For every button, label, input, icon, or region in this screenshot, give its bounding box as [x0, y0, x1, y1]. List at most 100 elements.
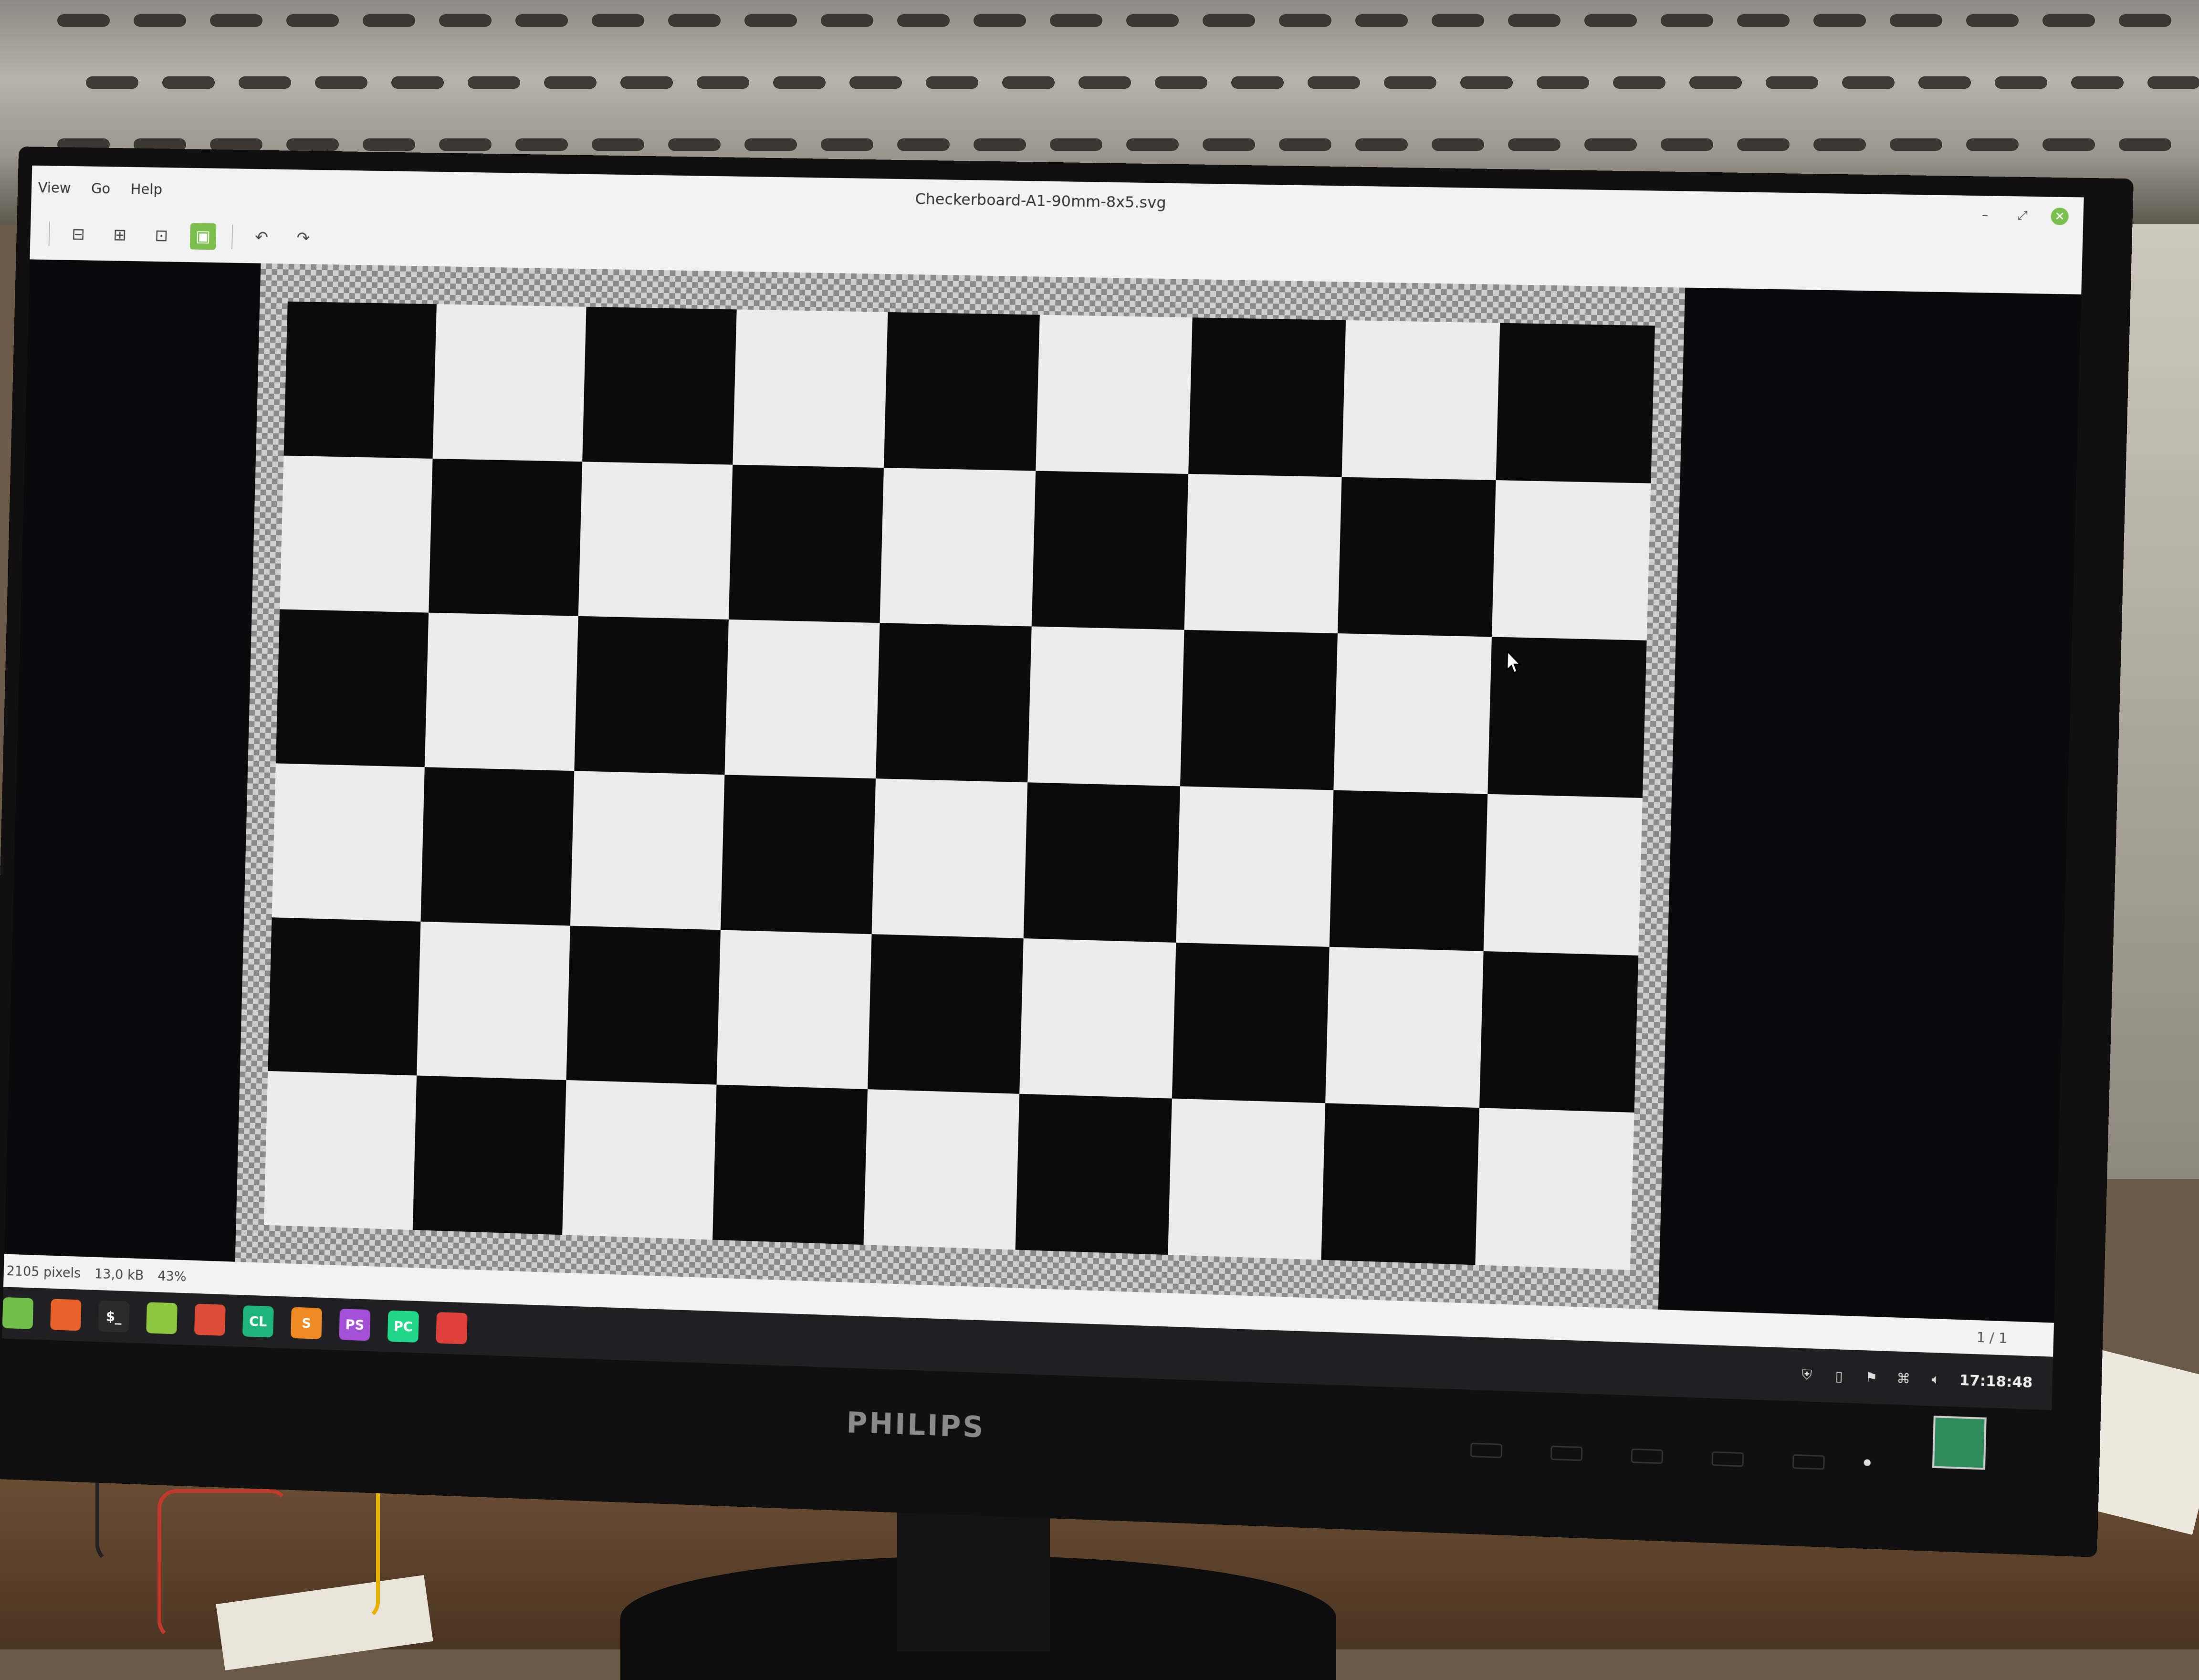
minimize-icon[interactable]: –: [1976, 206, 1994, 224]
keyboard-layout-flag-icon[interactable]: ⚑: [1862, 1368, 1880, 1386]
taskbar-chrome-icon[interactable]: [194, 1304, 226, 1336]
energy-star-badge: [1932, 1416, 1987, 1470]
close-icon[interactable]: ✕: [2051, 208, 2069, 225]
bezel-button[interactable]: [1711, 1451, 1744, 1467]
board-square: [724, 620, 880, 778]
tray-slot: [668, 138, 721, 151]
board-square: [1479, 951, 1638, 1113]
board-square: [876, 623, 1032, 783]
board-square: [1484, 794, 1643, 956]
tray-slot: [897, 14, 950, 27]
zoom-out-icon[interactable]: ⊟: [65, 221, 92, 248]
tray-slot: [286, 14, 339, 27]
taskbar-terminal-icon[interactable]: $_: [98, 1301, 130, 1333]
clipboard-icon[interactable]: ▯: [1830, 1367, 1848, 1385]
board-square: [574, 616, 729, 775]
tray-slot: [363, 138, 415, 151]
tray-slot: [57, 14, 110, 27]
maximize-icon[interactable]: ⤢: [2013, 207, 2031, 225]
tray-slot: [1813, 138, 1866, 151]
tray-slot: [1231, 76, 1284, 89]
taskbar-mint-menu-icon[interactable]: [2, 1297, 33, 1329]
tray-slot: [2071, 76, 2124, 89]
tray-slot: [1126, 138, 1179, 151]
bezel-button[interactable]: [1792, 1454, 1825, 1470]
power-led: [1864, 1459, 1871, 1466]
taskbar-clion-icon[interactable]: CL: [242, 1305, 274, 1337]
tray-slot: [926, 76, 978, 89]
board-square: [1342, 320, 1500, 480]
system-tray: ⛨ ▯ ⚑ ⌘ 🔈︎ 17:18:48: [1797, 1348, 2033, 1409]
board-square: [578, 462, 733, 620]
board-square: [417, 922, 570, 1081]
board-square: [562, 1080, 716, 1239]
tray-slot: [668, 14, 721, 27]
bezel-button[interactable]: [1550, 1446, 1583, 1461]
tray-slot: [1432, 138, 1484, 151]
board-square: [868, 934, 1024, 1094]
toolbar-separator: [231, 225, 233, 249]
board-square: [283, 302, 436, 459]
tray-slot: [1890, 14, 1942, 27]
board-square: [1036, 315, 1192, 474]
tray-slot: [1155, 76, 1207, 89]
tray-slot: [1537, 76, 1589, 89]
board-square: [884, 312, 1040, 471]
board-square: [1168, 1099, 1325, 1260]
tray-slot: [1613, 76, 1665, 89]
tray-slot: [1050, 14, 1102, 27]
monitor: View Go Help Checkerboard-A1-90mm-8x5.sv…: [0, 147, 2134, 1557]
board-square: [880, 468, 1036, 627]
transparency-canvas: [235, 263, 1686, 1310]
tray-slot: [515, 138, 568, 151]
checkerboard-image: [264, 302, 1655, 1270]
tray-slot: [821, 14, 873, 27]
tray-slot: [2119, 138, 2171, 151]
bezel-button[interactable]: [1470, 1443, 1503, 1459]
tray-slot: [286, 138, 339, 151]
clock[interactable]: 17:18:48: [1959, 1372, 2033, 1391]
tray-slot: [1384, 76, 1436, 89]
tray-slot: [1661, 14, 1713, 27]
board-square: [1176, 786, 1333, 946]
taskbar-pycharm-icon[interactable]: PC: [387, 1311, 419, 1343]
board-square: [864, 1090, 1020, 1250]
tray-slot: [468, 76, 520, 89]
board-square: [712, 1085, 868, 1245]
board-square: [582, 307, 737, 465]
shield-icon[interactable]: ⛨: [1798, 1366, 1816, 1384]
tray-slot: [134, 14, 186, 27]
mouse-cursor-icon: [1505, 650, 1523, 675]
tray-slot: [315, 76, 367, 89]
image-viewport[interactable]: [4, 259, 2081, 1323]
tray-slot: [1050, 138, 1102, 151]
window-controls: – ⤢ ✕: [1976, 206, 2069, 225]
tray-slot: [1432, 14, 1484, 27]
tray-slot: [1279, 14, 1331, 27]
board-square: [1184, 474, 1342, 634]
network-icon[interactable]: ⌘: [1895, 1369, 1913, 1387]
taskbar-files-icon[interactable]: [146, 1302, 178, 1334]
board-square: [1024, 782, 1180, 942]
tray-slot: [1661, 138, 1713, 151]
tray-slot: [363, 14, 415, 27]
volume-icon[interactable]: 🔈︎: [1927, 1370, 1945, 1388]
zoom-in-icon[interactable]: ⊞: [106, 221, 133, 248]
taskbar-image-viewer-icon[interactable]: [436, 1312, 467, 1344]
rotate-left-icon[interactable]: ↶: [248, 224, 275, 251]
tray-slot: [439, 14, 492, 27]
taskbar-phpstorm-icon[interactable]: PS: [339, 1309, 370, 1341]
bezel-button[interactable]: [1631, 1449, 1663, 1464]
board-square: [1019, 938, 1176, 1099]
tray-slot: [210, 14, 262, 27]
board-square: [1333, 633, 1492, 794]
tray-slot: [1126, 14, 1179, 27]
taskbar-firefox-icon[interactable]: [50, 1299, 81, 1331]
best-fit-icon[interactable]: ▣: [190, 223, 217, 250]
tray-slot: [1584, 14, 1637, 27]
taskbar-sublime-icon[interactable]: S: [291, 1307, 322, 1339]
board-square: [1475, 1108, 1634, 1270]
board-square: [872, 778, 1028, 938]
rotate-right-icon[interactable]: ↷: [290, 225, 316, 252]
zoom-normal-icon[interactable]: ⊡: [148, 222, 175, 249]
